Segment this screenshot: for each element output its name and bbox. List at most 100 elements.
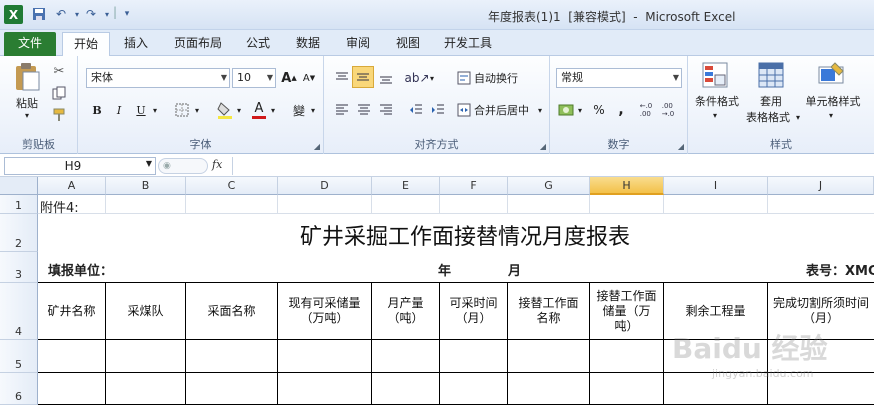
header-mining-time[interactable]: 可采时间 （月） bbox=[440, 283, 507, 339]
font-color-button[interactable]: A bbox=[250, 100, 268, 120]
wrap-text-icon[interactable] bbox=[456, 69, 472, 87]
report-title[interactable]: 矿井采掘工作面接替情况月度报表 bbox=[300, 219, 630, 251]
align-right-icon[interactable] bbox=[376, 100, 396, 120]
align-center-icon[interactable] bbox=[354, 100, 374, 120]
tab-view[interactable]: 视图 bbox=[386, 32, 430, 56]
font-size-select[interactable]: 10 ▼ bbox=[232, 68, 276, 88]
merge-center-dropdown-icon[interactable]: ▾ bbox=[536, 100, 544, 120]
tab-file[interactable]: 文件 bbox=[4, 32, 56, 56]
column-header-g[interactable]: G bbox=[508, 177, 590, 195]
column-header-h[interactable]: H bbox=[590, 177, 664, 195]
font-color-dropdown-icon[interactable]: ▾ bbox=[268, 100, 278, 120]
currency-dropdown-icon[interactable]: ▾ bbox=[576, 100, 584, 120]
fill-color-dropdown-icon[interactable]: ▾ bbox=[234, 100, 244, 120]
cut-icon[interactable]: ✂ bbox=[50, 62, 68, 80]
format-as-table-dropdown-icon[interactable]: ▾ bbox=[794, 110, 802, 124]
phonetic-button[interactable]: 變 bbox=[290, 100, 308, 120]
header-mining-team[interactable]: 采煤队 bbox=[106, 283, 185, 339]
paste-dropdown-icon[interactable]: ▾ bbox=[20, 110, 34, 120]
tab-developer[interactable]: 开发工具 bbox=[434, 32, 502, 56]
copy-icon[interactable] bbox=[50, 84, 68, 102]
alignment-dialog-launcher-icon[interactable]: ◢ bbox=[540, 142, 546, 151]
tab-page-layout[interactable]: 页面布局 bbox=[164, 32, 232, 56]
phonetic-dropdown-icon[interactable]: ▾ bbox=[308, 100, 318, 120]
form-number-label[interactable]: 表号：XMC bbox=[806, 260, 874, 279]
header-replacement-face[interactable]: 接替工作面 名称 bbox=[508, 283, 589, 339]
shrink-font-button[interactable]: A ▼ bbox=[300, 68, 318, 88]
format-as-table-icon[interactable] bbox=[756, 60, 786, 90]
comma-button[interactable]: , bbox=[614, 100, 628, 120]
conditional-formatting-button[interactable]: 条件格式 bbox=[690, 94, 744, 108]
grow-font-button[interactable]: A ▲ bbox=[280, 68, 298, 88]
increase-decimal-button[interactable]: ←.0.00 bbox=[636, 100, 656, 120]
align-left-icon[interactable] bbox=[332, 100, 352, 120]
decrease-decimal-button[interactable]: .00 →.0 bbox=[658, 100, 678, 120]
row-header-3[interactable]: 3 bbox=[0, 252, 38, 283]
tab-home[interactable]: 开始 bbox=[62, 32, 110, 56]
increase-indent-icon[interactable] bbox=[428, 100, 448, 120]
borders-dropdown-icon[interactable]: ▾ bbox=[192, 100, 202, 120]
row-header-2[interactable]: 2 bbox=[0, 214, 38, 252]
formula-bar-resize-handle[interactable]: ◉ bbox=[158, 158, 208, 174]
merge-center-button[interactable]: 合并后居中 bbox=[474, 100, 536, 120]
italic-button[interactable]: I bbox=[110, 100, 128, 120]
column-header-a[interactable]: A bbox=[38, 177, 106, 195]
column-header-b[interactable]: B bbox=[106, 177, 186, 195]
paste-button[interactable]: 粘贴 bbox=[10, 96, 44, 110]
format-as-table-label-2[interactable]: 表格格式 bbox=[742, 110, 794, 124]
tab-formulas[interactable]: 公式 bbox=[236, 32, 280, 56]
header-replacement-reserves[interactable]: 接替工作面 储量（万 吨） bbox=[590, 283, 663, 339]
tab-insert[interactable]: 插入 bbox=[114, 32, 158, 56]
cell-a1[interactable]: 附件4: bbox=[40, 197, 79, 216]
tab-data[interactable]: 数据 bbox=[286, 32, 330, 56]
column-header-d[interactable]: D bbox=[278, 177, 372, 195]
column-header-j[interactable]: J bbox=[768, 177, 874, 195]
orientation-dropdown-icon[interactable]: ▾ bbox=[428, 68, 436, 88]
header-mine-name[interactable]: 矿井名称 bbox=[38, 283, 105, 339]
cell-styles-dropdown-icon[interactable]: ▾ bbox=[826, 110, 836, 120]
select-all-button[interactable] bbox=[0, 177, 38, 195]
align-middle-icon[interactable] bbox=[352, 66, 374, 88]
header-face-name[interactable]: 采面名称 bbox=[186, 283, 277, 339]
tab-review[interactable]: 审阅 bbox=[336, 32, 380, 56]
number-format-select[interactable]: 常规 ▼ bbox=[556, 68, 682, 88]
borders-icon[interactable] bbox=[174, 102, 190, 118]
column-header-f[interactable]: F bbox=[440, 177, 508, 195]
cell-styles-icon[interactable] bbox=[816, 60, 846, 90]
number-dialog-launcher-icon[interactable]: ◢ bbox=[678, 142, 684, 151]
year-label[interactable]: 年 bbox=[438, 260, 451, 279]
month-label[interactable]: 月 bbox=[508, 260, 521, 279]
percent-button[interactable]: % bbox=[590, 100, 608, 120]
bold-button[interactable]: B bbox=[88, 100, 106, 120]
insert-function-icon[interactable]: fx bbox=[212, 158, 230, 174]
header-monthly-output[interactable]: 月产量 （吨） bbox=[372, 283, 439, 339]
currency-icon[interactable] bbox=[556, 100, 576, 120]
align-bottom-icon[interactable] bbox=[376, 68, 396, 88]
merge-center-icon[interactable] bbox=[456, 101, 472, 119]
unit-label[interactable]: 填报单位： bbox=[48, 260, 113, 279]
excel-logo-icon[interactable]: X bbox=[4, 5, 23, 24]
row-header-6[interactable]: 6 bbox=[0, 373, 38, 405]
underline-button[interactable]: U bbox=[132, 100, 150, 120]
name-box[interactable]: H9 ▼ bbox=[4, 157, 156, 175]
orientation-icon[interactable]: ab↗ bbox=[404, 68, 429, 88]
header-reserves[interactable]: 现有可采储量 （万吨） bbox=[278, 283, 371, 339]
wrap-text-button[interactable]: 自动换行 bbox=[474, 68, 526, 88]
conditional-formatting-dropdown-icon[interactable]: ▾ bbox=[710, 110, 720, 120]
format-painter-icon[interactable] bbox=[50, 106, 68, 124]
paste-icon[interactable] bbox=[12, 62, 42, 92]
underline-dropdown-icon[interactable]: ▾ bbox=[150, 100, 160, 120]
column-header-e[interactable]: E bbox=[372, 177, 440, 195]
row-header-5[interactable]: 5 bbox=[0, 340, 38, 373]
font-dialog-launcher-icon[interactable]: ◢ bbox=[314, 142, 320, 151]
column-header-i[interactable]: I bbox=[664, 177, 768, 195]
decrease-indent-icon[interactable] bbox=[406, 100, 426, 120]
customize-quick-access-icon[interactable]: ▾ bbox=[118, 5, 136, 23]
format-as-table-label-1[interactable]: 套用 bbox=[758, 94, 784, 108]
font-name-select[interactable]: 宋体 ▼ bbox=[86, 68, 230, 88]
align-top-icon[interactable] bbox=[332, 68, 352, 88]
row-header-4[interactable]: 4 bbox=[0, 283, 38, 340]
fill-color-icon[interactable] bbox=[216, 100, 234, 120]
formula-input[interactable] bbox=[232, 157, 874, 175]
row-header-1[interactable]: 1 bbox=[0, 195, 38, 214]
